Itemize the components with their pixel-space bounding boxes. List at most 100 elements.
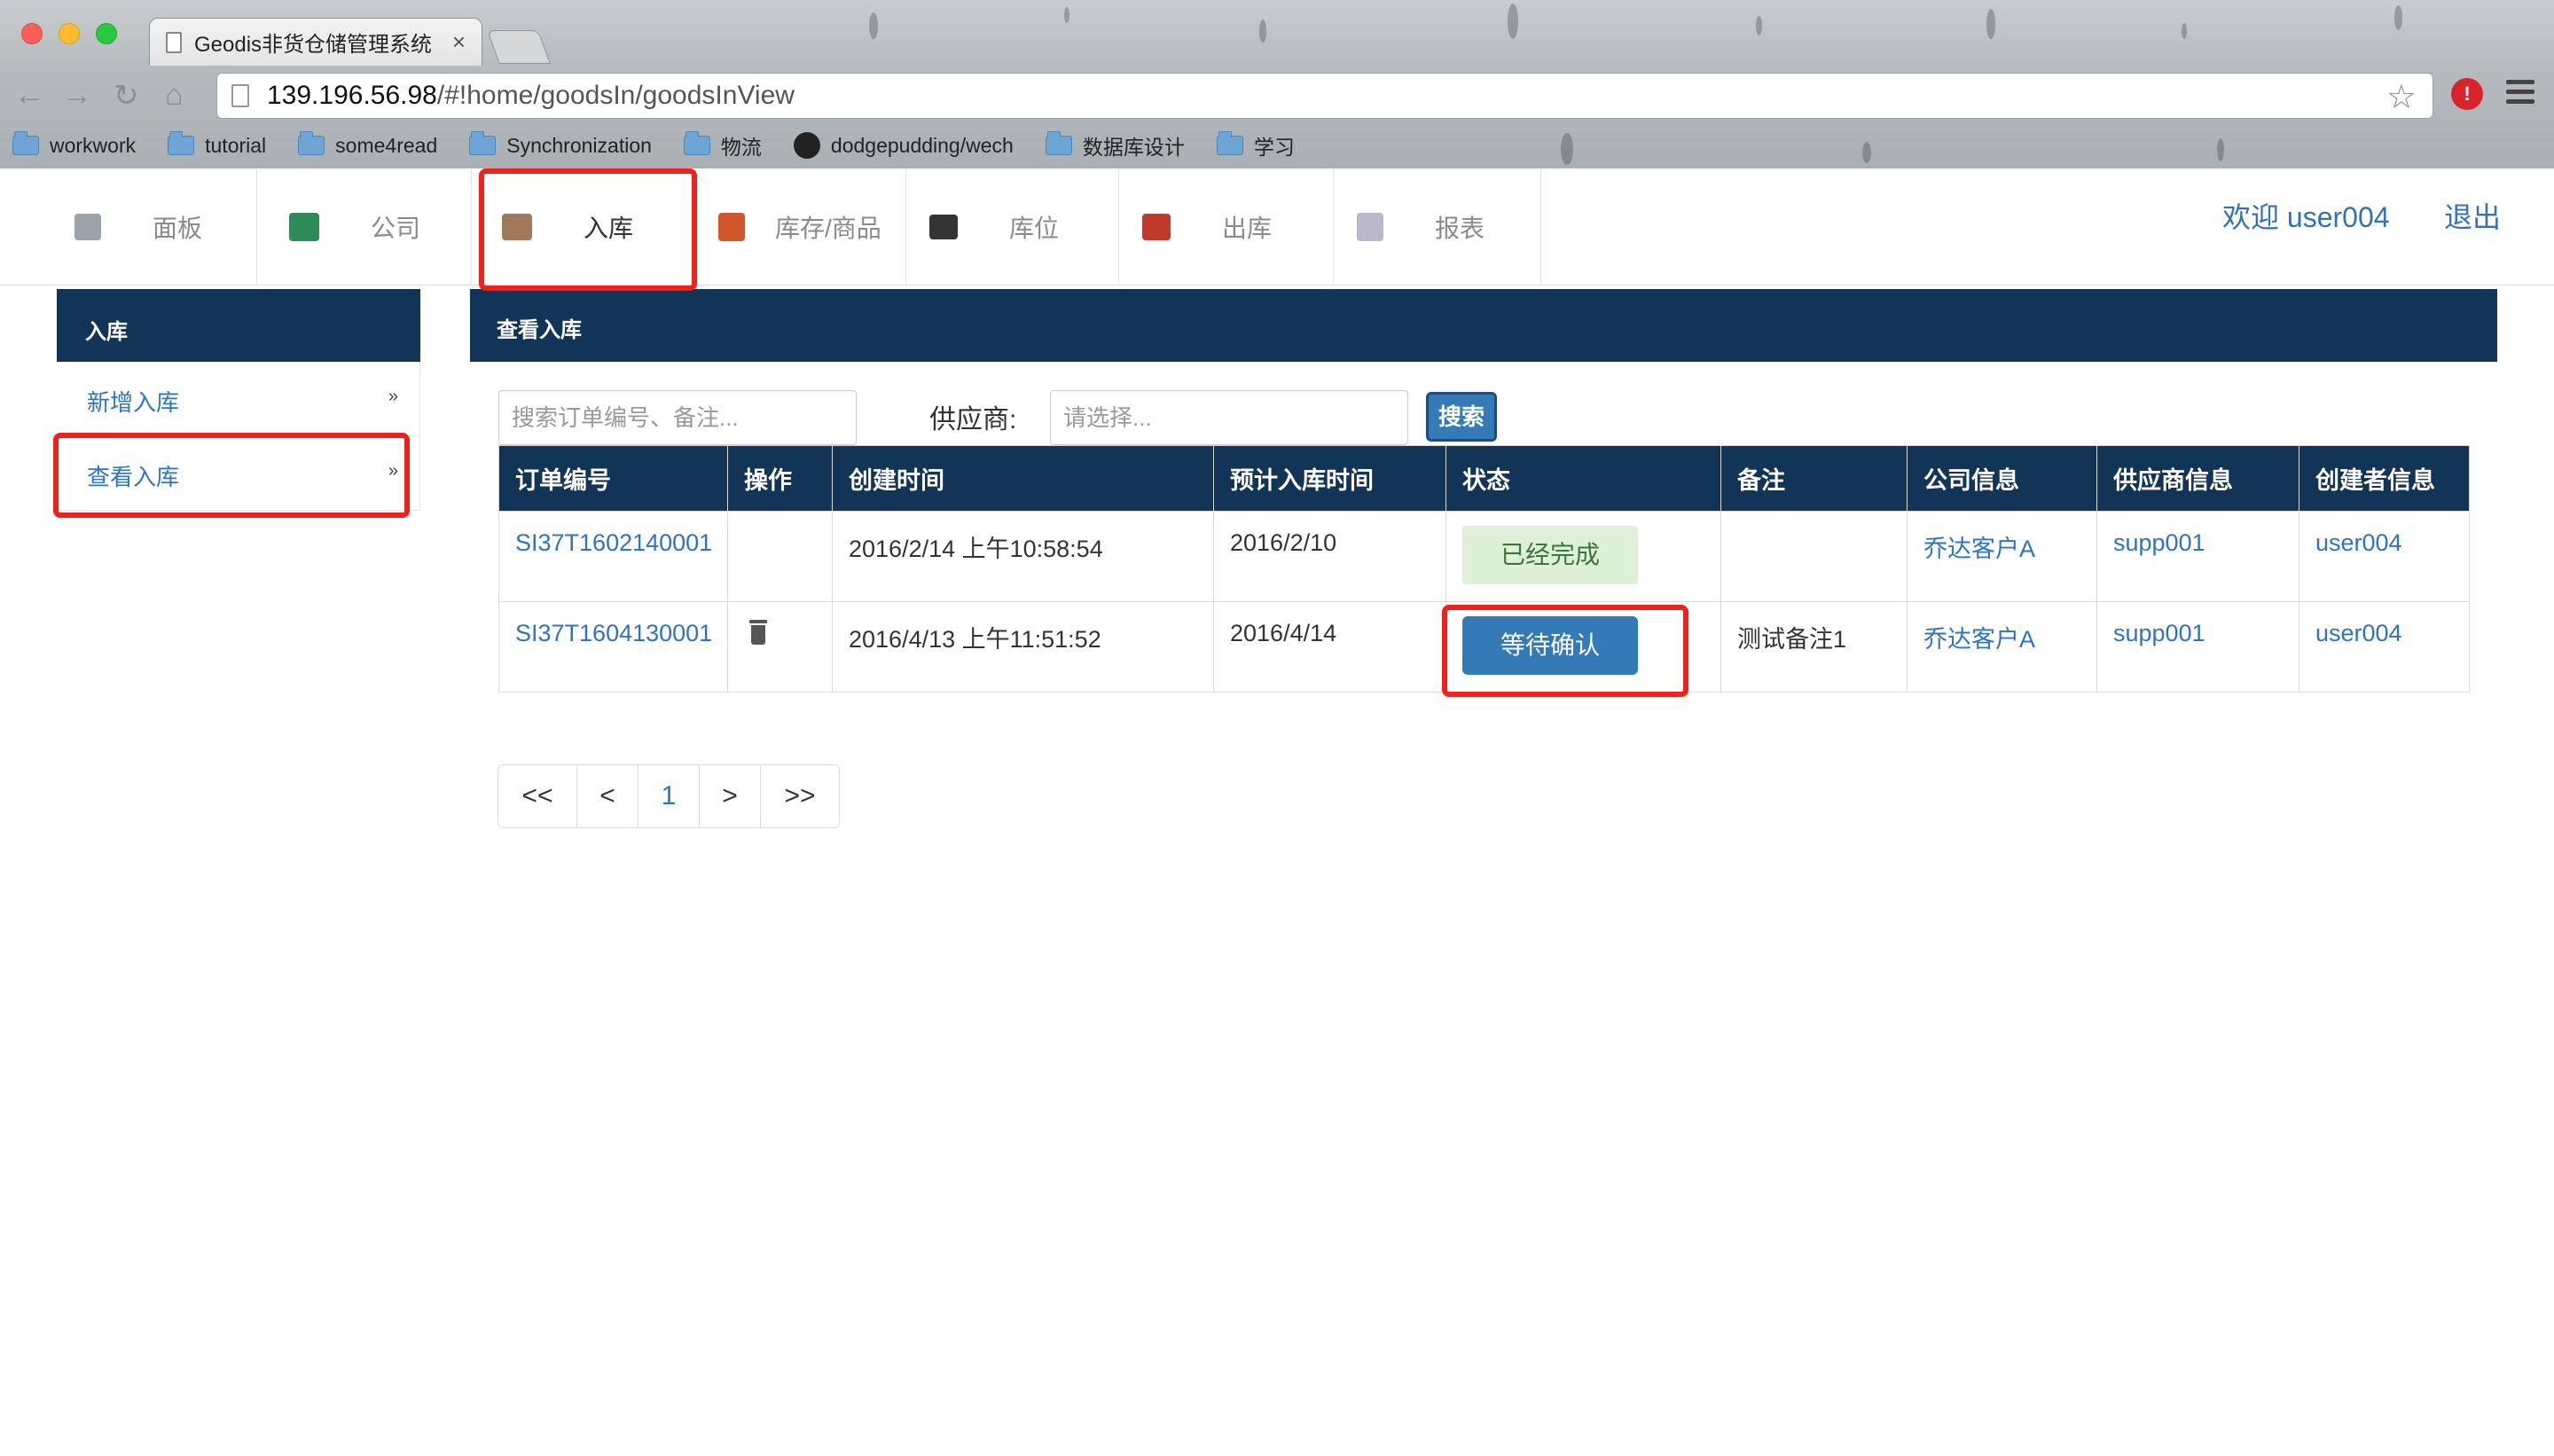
supplier-label: 供应商:	[929, 405, 1017, 434]
bookmark-label: 物流	[720, 136, 762, 159]
prev-page-button[interactable]: <	[576, 764, 638, 828]
first-page-button[interactable]: <<	[497, 764, 577, 828]
chevron-right-icon: »	[388, 461, 398, 481]
folder-icon	[1045, 131, 1072, 155]
bookmarks-bar: workwork tutorial some4read Synchronizat…	[0, 126, 2554, 165]
nav-item-label: 入库	[584, 215, 634, 242]
tab-title: Geodis非货仓储管理系统	[194, 33, 433, 57]
menu-icon[interactable]	[2506, 80, 2534, 109]
search-button[interactable]: 搜索	[1426, 392, 1497, 442]
creator-link[interactable]: user004	[2299, 601, 2470, 693]
nav-item-location[interactable]: 库位	[906, 168, 1119, 286]
created-cell: 2016/4/13 上午11:51:52	[832, 601, 1214, 693]
col-header-expected: 预计入库时间	[1213, 445, 1446, 512]
next-page-button[interactable]: >	[699, 764, 761, 828]
col-header-created: 创建时间	[832, 445, 1214, 512]
nav-item-label: 报表	[1435, 215, 1485, 242]
bookmark-github[interactable]: dodgepudding/wech	[793, 132, 1014, 159]
address-bar[interactable]: 139.196.56.98/#!home/goodsIn/goodsInView…	[216, 73, 2433, 119]
created-cell: 2016/2/14 上午10:58:54	[832, 511, 1214, 602]
browser-tab[interactable]: Geodis非货仓储管理系统 ×	[149, 18, 482, 66]
nav-item-inventory[interactable]: 库存/商品	[695, 168, 906, 286]
sidebar-title: 入库	[57, 289, 420, 362]
status-cell: 等待确认	[1445, 601, 1721, 693]
company-link[interactable]: 乔达客户A	[1907, 511, 2097, 602]
bookmark-study[interactable]: 学习	[1216, 130, 1295, 160]
folder-icon	[1216, 131, 1243, 155]
order-link[interactable]: SI37T1604130001	[498, 601, 728, 693]
tab-close-icon[interactable]: ×	[452, 28, 466, 56]
browser-chrome: Geodis非货仓储管理系统 × ← → ↻ ⌂ 139.196.56.98/#…	[0, 0, 2554, 168]
supplier-link[interactable]: supp001	[2096, 601, 2299, 693]
supplier-select[interactable]	[1050, 390, 1408, 445]
bookmark-star-icon[interactable]: ☆	[2386, 77, 2417, 117]
logout-link[interactable]: 退出	[2444, 195, 2501, 236]
nav-item-label: 库存/商品	[775, 215, 881, 242]
nav-item-label: 库位	[1009, 215, 1060, 242]
url-path: /#!home/goodsIn/goodsInView	[436, 81, 795, 110]
folder-icon	[298, 131, 325, 155]
bookmark-some4read[interactable]: some4read	[298, 131, 438, 158]
window-controls	[21, 23, 117, 44]
supplier-link[interactable]: supp001	[2096, 511, 2299, 602]
close-window-button[interactable]	[21, 23, 43, 44]
company-link[interactable]: 乔达客户A	[1907, 601, 2097, 693]
status-badge: 已经完成	[1462, 526, 1638, 584]
bookmark-tutorial[interactable]: tutorial	[168, 131, 267, 158]
nav-item-reports[interactable]: 报表	[1334, 168, 1541, 286]
nav-item-goods-out[interactable]: 出库	[1119, 168, 1334, 286]
bookmark-wuliu[interactable]: 物流	[683, 130, 762, 160]
home-icon[interactable]: ⌂	[165, 78, 184, 113]
welcome-user[interactable]: 欢迎 user004	[2222, 195, 2390, 236]
page-icon	[231, 84, 249, 107]
actions-cell	[727, 601, 833, 693]
minimize-window-button[interactable]	[59, 23, 80, 44]
cart-icon	[929, 215, 958, 239]
back-icon[interactable]: ←	[14, 78, 44, 113]
github-icon	[793, 132, 820, 159]
search-input[interactable]	[498, 390, 857, 445]
last-page-button[interactable]: >>	[760, 764, 840, 828]
order-link[interactable]: SI37T1602140001	[498, 511, 728, 602]
nav-item-label: 公司	[371, 215, 421, 242]
creator-link[interactable]: user004	[2299, 511, 2470, 602]
sidebar-item-new-goods-in[interactable]: 新增入库 »	[57, 362, 420, 436]
bookmark-label: 数据库设计	[1082, 136, 1185, 159]
bookmark-workwork[interactable]: workwork	[12, 131, 136, 158]
pagination: << < 1 > >>	[497, 764, 840, 828]
nav-item-dashboard[interactable]: 面板	[0, 168, 257, 286]
col-header-creator: 创建者信息	[2299, 445, 2470, 512]
bookmark-label: tutorial	[205, 133, 267, 157]
chevron-right-icon: »	[388, 387, 398, 406]
bookmark-synchronization[interactable]: Synchronization	[469, 131, 652, 158]
trash-icon[interactable]	[749, 620, 767, 645]
dashboard-icon	[74, 214, 101, 240]
nav-item-goods-in[interactable]: 入库	[481, 168, 695, 286]
folder-icon	[168, 131, 195, 155]
inventory-icon	[718, 213, 745, 241]
zoom-window-button[interactable]	[96, 23, 117, 44]
confirm-status-button[interactable]: 等待确认	[1462, 616, 1638, 675]
expected-cell: 2016/2/10	[1213, 511, 1446, 602]
extension-icon[interactable]: !	[2451, 78, 2483, 110]
sidebar-item-label: 查看入库	[87, 464, 180, 490]
url-host: 139.196.56.98	[267, 81, 437, 110]
forward-icon[interactable]: →	[62, 78, 92, 113]
main-nav: 面板 公司 入库 库存/商品 库位 出库 报表 欢迎 user004 退出	[0, 168, 2554, 286]
users-icon	[289, 213, 319, 241]
nav-item-company[interactable]: 公司	[268, 168, 472, 286]
col-header-status: 状态	[1445, 445, 1721, 512]
bookmark-label: some4read	[335, 133, 438, 157]
box-icon	[502, 214, 532, 240]
col-header-actions: 操作	[727, 445, 833, 512]
col-header-company: 公司信息	[1907, 445, 2097, 512]
bookmark-label: 学习	[1253, 136, 1295, 159]
table-row: SI37T1602140001 2016/2/14 上午10:58:54 201…	[498, 511, 2470, 602]
goods-in-table: 订单编号 操作 创建时间 预计入库时间 状态 备注 公司信息 供应商信息 创建者…	[498, 445, 2470, 693]
bookmark-label: Synchronization	[506, 133, 652, 157]
sidebar-item-view-goods-in[interactable]: 查看入库 »	[57, 436, 420, 511]
shipping-icon	[1142, 214, 1171, 240]
bookmark-db-design[interactable]: 数据库设计	[1045, 130, 1185, 160]
page-1-button[interactable]: 1	[638, 764, 700, 828]
reload-icon[interactable]: ↻	[114, 78, 139, 114]
